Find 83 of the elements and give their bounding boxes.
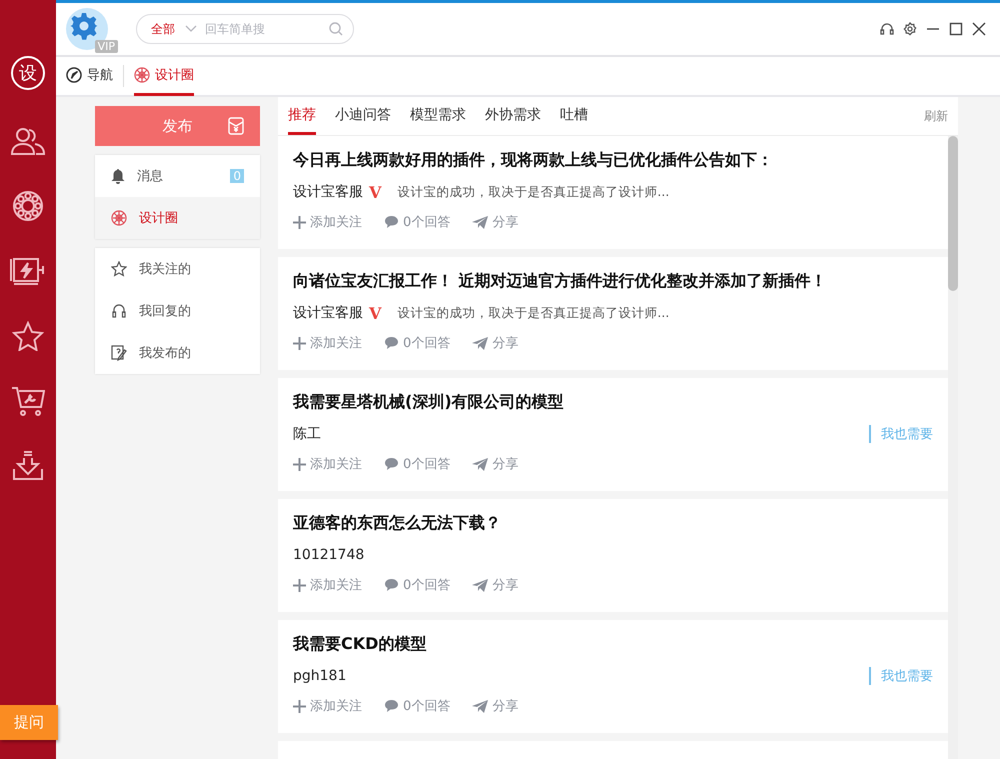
nav-tab[interactable]: 设计圈 <box>134 57 194 96</box>
plus-icon <box>293 578 306 592</box>
settings-icon[interactable] <box>903 22 917 36</box>
post-excerpt: 设计宝的成功，取决于是否真正提高了设计师... <box>397 184 670 200</box>
menu-item[interactable]: 设计圈 <box>95 197 260 239</box>
post-author[interactable]: 设计宝客服 <box>293 304 363 322</box>
verified-mark: V <box>369 182 382 202</box>
scrollbar[interactable] <box>948 136 958 759</box>
comment-icon <box>384 336 399 350</box>
post-action[interactable]: 0个回答 <box>384 455 450 473</box>
verified-mark: V <box>369 304 382 322</box>
edit-icon <box>111 345 127 361</box>
bearing-icon[interactable] <box>12 190 44 222</box>
comment-icon <box>384 699 399 713</box>
comment-icon <box>384 215 399 229</box>
post-title[interactable]: 我需要星塔机械(深圳)有限公司的模型 <box>293 392 933 413</box>
send-icon <box>472 578 488 592</box>
send-icon <box>472 458 488 470</box>
feed-tab[interactable]: 吐槽 <box>560 97 588 135</box>
menu-item[interactable]: 消息 0 <box>95 155 260 197</box>
post-title[interactable]: 向诸位宝友汇报工作！ 近期对迈迪官方插件进行优化整改并添加了新插件！ <box>293 271 933 292</box>
post-author[interactable]: 陈工 <box>293 425 321 443</box>
search-field[interactable]: 全部 回车简单搜 <box>136 14 354 44</box>
feed-tab[interactable]: 小迪问答 <box>335 97 391 135</box>
post-action[interactable]: 分享 <box>472 213 518 231</box>
search-scope[interactable]: 全部 <box>151 20 175 38</box>
menu-item[interactable]: 我关注的 <box>95 248 260 290</box>
close-icon[interactable] <box>972 22 986 36</box>
menu-item[interactable]: 我发布的 <box>95 332 260 374</box>
vip-badge: VIP <box>94 40 118 53</box>
headset-icon <box>111 303 127 319</box>
post-action[interactable]: 分享 <box>472 455 518 473</box>
send-icon <box>472 336 488 350</box>
menu-item[interactable]: 我回复的 <box>95 290 260 332</box>
download-icon[interactable] <box>12 450 44 480</box>
post-action[interactable]: 添加关注 <box>293 455 362 473</box>
plus-icon <box>293 216 306 228</box>
plus-icon <box>293 458 306 470</box>
comment-icon <box>384 578 399 592</box>
star-icon <box>111 261 127 277</box>
post-action[interactable]: 添加关注 <box>293 213 362 231</box>
post-author[interactable]: pgh181 <box>293 668 346 684</box>
post-action[interactable]: 0个回答 <box>384 697 450 715</box>
post-title[interactable]: 亚德客的东西怎么无法下载？ <box>293 513 933 534</box>
post-title[interactable]: 我需要CKD的模型 <box>293 634 933 655</box>
post-action[interactable]: 0个回答 <box>384 213 450 231</box>
publish-button[interactable]: 发布 <box>95 106 260 146</box>
post-title[interactable]: 今日再上线两款好用的插件，现将两款上线与已优化插件公告如下： <box>293 150 933 171</box>
post-excerpt: 设计宝的成功，取决于是否真正提高了设计师... <box>397 304 670 322</box>
logo-badge[interactable]: 设 <box>11 56 45 90</box>
gear-icon <box>70 12 98 40</box>
plus-icon <box>293 700 306 712</box>
wheel-icon <box>134 67 150 83</box>
post-action[interactable]: 0个回答 <box>384 576 450 594</box>
send-icon <box>472 216 488 228</box>
maximize-icon[interactable] <box>949 22 963 36</box>
post-action[interactable]: 添加关注 <box>293 334 362 352</box>
send-icon <box>472 700 488 712</box>
count-badge: 0 <box>230 169 244 183</box>
feed-tab[interactable]: 模型需求 <box>410 97 466 135</box>
plus-icon <box>293 336 306 350</box>
post-action[interactable]: 0个回答 <box>384 334 450 352</box>
post-action[interactable]: 分享 <box>472 697 518 715</box>
refresh-link[interactable]: 刷新 <box>924 108 948 124</box>
star-icon[interactable] <box>12 320 44 350</box>
feed-tab[interactable]: 外协需求 <box>485 97 541 135</box>
bell-icon <box>111 168 125 184</box>
post-action[interactable]: 添加关注 <box>293 697 362 715</box>
post-action[interactable]: 添加关注 <box>293 576 362 594</box>
post-author[interactable]: 设计宝客服 <box>293 183 363 201</box>
post-author[interactable]: 10121748 <box>293 547 364 563</box>
post-action[interactable]: 分享 <box>472 334 518 352</box>
bag-icon <box>228 117 244 135</box>
wheel-icon <box>111 210 127 226</box>
battery-charge-icon[interactable] <box>10 256 46 286</box>
post-action[interactable]: 分享 <box>472 576 518 594</box>
scrollbar-thumb[interactable] <box>948 136 958 291</box>
comment-icon <box>384 457 399 471</box>
headset-icon[interactable] <box>880 22 894 36</box>
cart-wrench-icon[interactable] <box>11 386 45 416</box>
users-icon[interactable] <box>11 126 45 156</box>
nav-tab[interactable]: 导航 <box>66 57 113 96</box>
compass-icon <box>66 67 82 83</box>
